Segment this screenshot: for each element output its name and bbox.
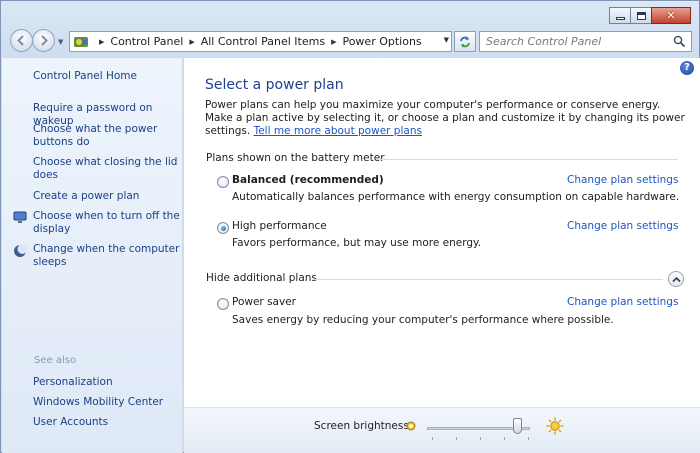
dim-brightness-icon <box>406 421 416 431</box>
caption-buttons: ✕ <box>609 7 691 24</box>
radio-power-saver[interactable] <box>217 298 229 310</box>
search-input[interactable] <box>486 35 671 48</box>
power-options-window: ✕ ▼ ▶ Control Panel ▶ All Control Panel … <box>0 0 700 453</box>
slider-tick <box>432 437 433 440</box>
change-plan-settings-power-saver[interactable]: Change plan settings <box>567 296 678 308</box>
task-link-computer-sleeps[interactable]: Change when the computer sleeps <box>33 243 181 269</box>
slider-tick <box>504 437 505 440</box>
see-also-personalization[interactable]: Personalization <box>33 376 181 389</box>
back-button[interactable] <box>10 29 33 52</box>
chevron-up-icon <box>671 276 681 282</box>
plan-desc-balanced: Automatically balances performance with … <box>232 191 680 203</box>
close-button[interactable]: ✕ <box>651 7 691 24</box>
control-panel-icon <box>74 36 88 47</box>
minimize-icon <box>615 17 625 20</box>
page-title: Select a power plan <box>205 77 344 93</box>
breadcrumb-control-panel[interactable]: Control Panel <box>110 35 183 48</box>
address-bar[interactable]: ▶ Control Panel ▶ All Control Panel Item… <box>69 31 452 52</box>
plan-desc-high-performance: Favors performance, but may use more ene… <box>232 237 482 249</box>
slider-tick <box>480 437 481 440</box>
recent-pages-chevron-icon[interactable]: ▼ <box>58 38 63 46</box>
slider-tick <box>456 437 457 440</box>
search-box[interactable] <box>479 31 692 52</box>
plan-name-balanced[interactable]: Balanced (recommended) <box>232 174 384 186</box>
radio-balanced[interactable] <box>217 176 229 188</box>
radio-high-performance[interactable] <box>217 222 229 234</box>
bright-brightness-icon <box>546 417 564 435</box>
maximize-icon <box>636 11 646 20</box>
group-divider <box>313 279 663 280</box>
screen-brightness-label: Screen brightness: <box>314 420 413 432</box>
slider-tick <box>528 437 529 440</box>
task-pane: Control Panel Home Require a password on… <box>2 58 183 453</box>
breadcrumb-separator-icon[interactable]: ▶ <box>99 38 104 46</box>
task-link-power-buttons[interactable]: Choose what the power buttons do <box>33 123 181 149</box>
plan-desc-power-saver: Saves energy by reducing your computer's… <box>232 314 614 326</box>
moon-icon <box>14 244 27 257</box>
help-icon[interactable]: ? <box>680 61 694 75</box>
collapse-additional-plans-button[interactable] <box>668 271 684 287</box>
tell-me-more-link[interactable]: Tell me more about power plans <box>254 125 422 137</box>
search-icon[interactable] <box>673 35 686 48</box>
monitor-icon <box>13 211 27 223</box>
task-link-turn-off-display[interactable]: Choose when to turn off the display <box>33 210 181 236</box>
hide-additional-plans-label[interactable]: Hide additional plans <box>206 272 317 284</box>
see-also-mobility-center[interactable]: Windows Mobility Center <box>33 396 181 409</box>
breadcrumb-power-options[interactable]: Power Options <box>342 35 421 48</box>
change-plan-settings-high-performance[interactable]: Change plan settings <box>567 220 678 232</box>
main-content: ? Select a power plan Power plans can he… <box>184 58 700 407</box>
forward-arrow-icon <box>41 35 48 46</box>
close-icon: ✕ <box>666 9 676 22</box>
plan-name-high-performance[interactable]: High performance <box>232 220 327 232</box>
refresh-button[interactable] <box>454 31 476 52</box>
see-also-user-accounts[interactable]: User Accounts <box>33 416 181 429</box>
plan-name-power-saver[interactable]: Power saver <box>232 296 296 308</box>
task-link-closing-lid[interactable]: Choose what closing the lid does <box>33 156 181 182</box>
minimize-button[interactable] <box>609 7 631 24</box>
maximize-button[interactable] <box>630 7 652 24</box>
battery-meter-group-label: Plans shown on the battery meter <box>206 152 385 164</box>
navigation-bar: ▼ ▶ Control Panel ▶ All Control Panel It… <box>1 29 700 55</box>
task-link-create-plan[interactable]: Create a power plan <box>33 190 181 203</box>
group-divider <box>376 159 678 160</box>
brightness-bar: Screen brightness: <box>184 407 700 453</box>
intro-text: Power plans can help you maximize your c… <box>205 99 685 138</box>
breadcrumb-all-items[interactable]: All Control Panel Items <box>201 35 325 48</box>
forward-button[interactable] <box>32 29 55 52</box>
address-dropdown-icon[interactable]: ▼ <box>444 36 449 44</box>
breadcrumb-separator-icon[interactable]: ▶ <box>189 38 194 46</box>
back-arrow-icon <box>17 35 24 46</box>
brightness-slider-thumb[interactable] <box>513 418 523 434</box>
refresh-icon <box>460 36 470 47</box>
control-panel-home-link[interactable]: Control Panel Home <box>33 70 181 83</box>
breadcrumb-separator-icon[interactable]: ▶ <box>331 38 336 46</box>
see-also-heading: See also <box>34 355 77 366</box>
change-plan-settings-balanced[interactable]: Change plan settings <box>567 174 678 186</box>
